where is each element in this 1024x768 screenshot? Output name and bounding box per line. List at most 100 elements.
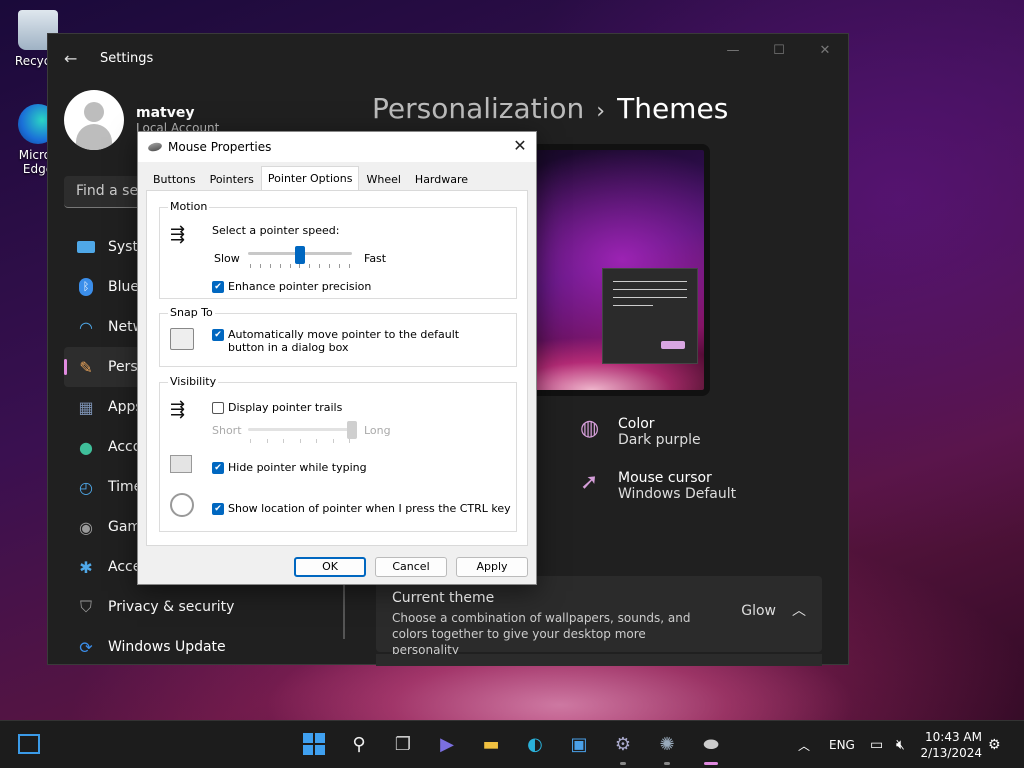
person-icon: ● bbox=[79, 437, 93, 457]
dialog-close-button[interactable]: ✕ bbox=[510, 136, 530, 156]
start-button[interactable] bbox=[301, 731, 327, 757]
microsoft-store-icon[interactable]: ▣ bbox=[566, 731, 592, 757]
preview-window bbox=[602, 268, 698, 364]
mouse-cursor-setting[interactable]: ➚ Mouse cursor Windows Default bbox=[580, 470, 736, 502]
current-theme-card[interactable]: Current theme Choose a combination of wa… bbox=[376, 576, 822, 657]
color-setting[interactable]: ◍ Color Dark purple bbox=[580, 416, 701, 448]
show-ctrl-option[interactable]: ✔ Show location of pointer when I press … bbox=[212, 502, 511, 515]
enhance-precision-checkbox[interactable]: ✔ bbox=[212, 280, 224, 293]
edge-browser-icon[interactable]: ◐ bbox=[522, 731, 548, 757]
pointer-trails-checkbox[interactable] bbox=[212, 401, 224, 414]
breadcrumb-separator: › bbox=[596, 99, 606, 124]
monitor-icon bbox=[76, 237, 96, 257]
breadcrumb-parent[interactable]: Personalization bbox=[372, 92, 584, 125]
back-arrow-icon[interactable]: ← bbox=[64, 49, 84, 68]
pointer-speed-icon: ⇶ bbox=[170, 224, 186, 245]
tab-pointers[interactable]: Pointers bbox=[203, 168, 261, 190]
pointer-trails-label: Display pointer trails bbox=[228, 401, 343, 414]
nav-item-label: Privacy & security bbox=[108, 599, 235, 615]
settings-app-icon[interactable]: ✺ bbox=[654, 731, 680, 765]
close-window-button[interactable]: ✕ bbox=[802, 34, 848, 66]
tab-wheel[interactable]: Wheel bbox=[359, 168, 407, 190]
dialog-title: Mouse Properties bbox=[168, 140, 272, 154]
chevron-up-icon[interactable]: ︿ bbox=[792, 600, 806, 620]
bluetooth-icon: ᛒ bbox=[76, 277, 96, 297]
taskbar: ⚲ ❐ ▶ ▬ ◐ ▣ ⚙ ✺ ⬬ ︿ ENG ▭ 🔇︎ 10:43 AM 2/… bbox=[0, 720, 1024, 768]
trail-short-label: Short bbox=[212, 424, 242, 437]
show-ctrl-checkbox[interactable]: ✔ bbox=[212, 502, 224, 515]
current-theme-value: Glow bbox=[741, 603, 776, 619]
trail-length-slider[interactable] bbox=[347, 421, 357, 439]
snap-to-option-label: Automatically move pointer to the defaul… bbox=[228, 328, 460, 354]
speed-slow-label: Slow bbox=[214, 252, 240, 265]
breadcrumb-current: Themes bbox=[617, 92, 729, 125]
user-name: matvey bbox=[136, 105, 195, 121]
pointer-trails-icon: ⇶ bbox=[170, 399, 186, 420]
nav-item-windows-update[interactable]: ⟳ Windows Update bbox=[64, 627, 344, 667]
trail-long-label: Long bbox=[364, 424, 391, 437]
page-title: Personalization › Themes bbox=[372, 92, 728, 125]
hide-typing-label: Hide pointer while typing bbox=[228, 461, 367, 474]
hide-typing-icon bbox=[170, 455, 192, 473]
hide-typing-option[interactable]: ✔ Hide pointer while typing bbox=[212, 461, 367, 474]
nav-item-privacy[interactable]: ⛉ Privacy & security bbox=[64, 587, 344, 627]
notifications-icon[interactable]: ⚙ bbox=[988, 721, 1001, 768]
visibility-group: Visibility ⇶ Display pointer trails Shor… bbox=[159, 375, 517, 532]
snap-button-icon bbox=[170, 328, 194, 350]
apply-button[interactable]: Apply bbox=[456, 557, 528, 577]
ok-button[interactable]: OK bbox=[294, 557, 366, 577]
speed-fast-label: Fast bbox=[364, 252, 387, 265]
cursor-label: Mouse cursor bbox=[618, 470, 712, 486]
minimize-button[interactable]: — bbox=[710, 34, 756, 66]
snap-to-label: Snap To bbox=[168, 306, 215, 319]
clock[interactable]: 10:43 AM 2/13/2024 bbox=[920, 729, 982, 761]
cursor-value: Windows Default bbox=[618, 486, 737, 502]
color-value: Dark purple bbox=[618, 432, 701, 448]
show-ctrl-label: Show location of pointer when I press th… bbox=[228, 502, 511, 515]
mouse-properties-taskbar-icon[interactable]: ⬬ bbox=[698, 731, 724, 765]
search-icon[interactable]: ⚲ bbox=[346, 731, 372, 757]
shield-icon: ⛉ bbox=[79, 597, 92, 616]
file-explorer-icon[interactable]: ▬ bbox=[478, 731, 504, 757]
network-icon[interactable]: ▭ bbox=[870, 721, 883, 768]
mouse-icon bbox=[147, 141, 163, 153]
snap-to-option[interactable]: ✔ Automatically move pointer to the defa… bbox=[212, 328, 492, 354]
snap-to-group: Snap To ✔ Automatically move pointer to … bbox=[159, 306, 517, 367]
tray-overflow-icon[interactable]: ︿ bbox=[798, 721, 810, 768]
motion-label: Motion bbox=[168, 200, 210, 213]
settings-title: Settings bbox=[100, 50, 154, 66]
language-indicator[interactable]: ENG bbox=[829, 721, 855, 768]
pointer-trails-option[interactable]: Display pointer trails bbox=[212, 401, 342, 414]
dialog-tabs: Buttons Pointers Pointer Options Wheel H… bbox=[146, 166, 475, 190]
snap-to-checkbox[interactable]: ✔ bbox=[212, 329, 224, 341]
refresh-icon: ⟳ bbox=[79, 637, 93, 657]
enhance-precision-option[interactable]: ✔ Enhance pointer precision bbox=[212, 280, 371, 293]
current-theme-description: Choose a combination of wallpapers, soun… bbox=[392, 611, 691, 657]
volume-muted-icon[interactable]: 🔇︎ bbox=[896, 721, 905, 768]
speed-prompt: Select a pointer speed: bbox=[212, 224, 340, 237]
trail-ticks bbox=[250, 439, 350, 443]
motion-group: Motion ⇶ Select a pointer speed: Slow Fa… bbox=[159, 200, 517, 299]
cancel-button[interactable]: Cancel bbox=[375, 557, 447, 577]
enhance-precision-label: Enhance pointer precision bbox=[228, 280, 372, 293]
task-view-icon[interactable]: ❐ bbox=[390, 731, 416, 757]
clock-date: 2/13/2024 bbox=[920, 746, 982, 760]
control-panel-icon[interactable]: ⚙ bbox=[610, 731, 636, 765]
nav-item-label: Windows Update bbox=[108, 639, 226, 655]
hide-typing-checkbox[interactable]: ✔ bbox=[212, 461, 224, 474]
tab-buttons[interactable]: Buttons bbox=[146, 168, 203, 190]
tab-hardware[interactable]: Hardware bbox=[408, 168, 475, 190]
pointer-speed-slider[interactable] bbox=[295, 246, 305, 264]
ctrl-locate-icon bbox=[170, 493, 194, 517]
apps-icon: ▦ bbox=[78, 397, 94, 417]
speed-ticks bbox=[250, 264, 350, 268]
tab-pointer-options[interactable]: Pointer Options bbox=[260, 166, 360, 190]
palette-icon: ◍ bbox=[580, 416, 600, 441]
visibility-label: Visibility bbox=[168, 375, 219, 388]
dialog-titlebar: Mouse Properties bbox=[138, 132, 536, 162]
chat-icon[interactable]: ▶ bbox=[434, 731, 460, 757]
maximize-button[interactable]: ☐ bbox=[756, 34, 802, 66]
mouse-properties-dialog: Mouse Properties ✕ Buttons Pointers Poin… bbox=[137, 131, 537, 585]
globe-clock-icon: ◴ bbox=[79, 477, 93, 497]
show-desktop-icon[interactable] bbox=[16, 731, 42, 757]
